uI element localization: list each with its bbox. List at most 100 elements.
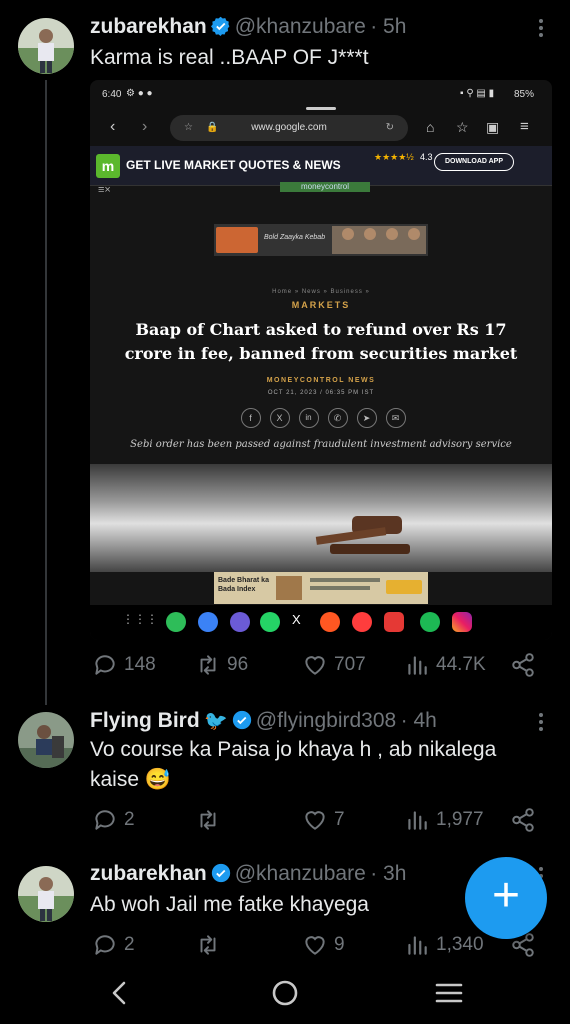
- like-count: 9: [334, 934, 345, 955]
- reply-count: 2: [124, 809, 135, 830]
- timestamp[interactable]: · 3h: [370, 862, 406, 885]
- share-icon: [512, 653, 534, 677]
- avatar[interactable]: [18, 712, 74, 768]
- telegram-icon: ➤: [356, 408, 377, 428]
- article-dateline: OCT 21, 2023 / 06:35 PM IST: [267, 390, 375, 396]
- download-app-button: DOWNLOAD APP: [434, 153, 514, 171]
- avatar[interactable]: [18, 866, 74, 922]
- menu-icon: ≡: [520, 118, 529, 135]
- article: ≡× moneycontrol Bold Zaayka Kebab Home »…: [90, 182, 552, 606]
- like-button[interactable]: 707: [302, 652, 366, 678]
- chat-app-icon: [230, 612, 250, 632]
- share-button[interactable]: [510, 652, 536, 678]
- bookmark-star-icon: ☆: [456, 119, 469, 135]
- reply-button[interactable]: 2: [92, 932, 135, 958]
- phone-app-icon: [166, 612, 186, 632]
- x-icon: X: [269, 408, 290, 428]
- avatar[interactable]: [18, 18, 74, 74]
- retweet-button[interactable]: 96: [195, 652, 248, 678]
- reddit-app-icon: [320, 612, 340, 632]
- view-count: 1,977: [436, 809, 484, 830]
- bottom-ad-text: Bade Bharat ka Bada Index: [218, 577, 269, 593]
- ad-banner: Bold Zaayka Kebab: [214, 224, 428, 256]
- compose-button[interactable]: +: [465, 857, 547, 939]
- views-button[interactable]: 1,340: [404, 932, 484, 958]
- display-name[interactable]: zubarekhan: [90, 15, 207, 38]
- breadcrumb: Home » News » Business »: [272, 289, 370, 295]
- views-icon: [408, 936, 427, 955]
- display-name[interactable]: Flying Bird: [90, 709, 200, 732]
- views-icon: [408, 656, 427, 675]
- tweet-media-image[interactable]: 6:40 ⚙ ● ● ▪ ⚲ ▤ ▮ 85% ‹ › ☆ 🔒 www.googl…: [90, 80, 552, 640]
- verified-badge-icon: [211, 863, 230, 883]
- tweet-header: zubarekhan @khanzubare · 3h: [90, 862, 406, 886]
- display-name[interactable]: zubarekhan: [90, 862, 207, 885]
- tweet-text: Vo course ka Paisa jo khaya h , ab nikal…: [90, 738, 497, 791]
- view-count: 44.7K: [436, 654, 486, 675]
- bird-emoji-icon: 🐦: [204, 711, 228, 732]
- whatsapp-icon: ✆: [327, 408, 348, 428]
- heart-icon: [305, 656, 325, 675]
- nav-home-icon[interactable]: [271, 979, 299, 1007]
- whatsapp-app-icon: [260, 612, 280, 632]
- heart-icon: [305, 936, 325, 955]
- like-button[interactable]: 7: [302, 807, 345, 833]
- tweet-text: Ab woh Jail me fatke khayega: [90, 893, 369, 916]
- views-icon: [408, 811, 427, 830]
- url-bar: ☆ 🔒 www.google.com ↻: [170, 115, 408, 141]
- reply-icon: [95, 655, 115, 675]
- star-icon: ☆: [184, 122, 193, 133]
- notification-icons: ⚙ ● ●: [126, 88, 153, 99]
- retweet-icon: [200, 655, 216, 675]
- retweet-button[interactable]: [195, 807, 227, 833]
- timestamp[interactable]: · 5h: [370, 15, 406, 38]
- x-app-icon: X: [292, 612, 301, 627]
- messages-app-icon: [198, 612, 218, 632]
- more-options-icon[interactable]: [531, 710, 551, 734]
- view-count: 1,340: [436, 934, 484, 955]
- handle[interactable]: @khanzubare: [235, 15, 366, 38]
- retweet-button[interactable]: [195, 932, 227, 958]
- url-text: www.google.com: [251, 122, 327, 133]
- phone-status-bar: 6:40 ⚙ ● ● ▪ ⚲ ▤ ▮ 85%: [90, 80, 552, 110]
- reply-button[interactable]: 148: [92, 652, 156, 678]
- reply-count: 148: [124, 654, 156, 675]
- bottom-ad-banner: Bade Bharat ka Bada Index: [214, 572, 428, 604]
- like-count: 7: [334, 809, 345, 830]
- like-button[interactable]: 9: [302, 932, 345, 958]
- retweet-icon: [200, 935, 216, 955]
- banner-rating: 4.3: [420, 152, 433, 162]
- app-promo-banner: m GET LIVE MARKET QUOTES & NEWS ★★★★½ 4.…: [90, 146, 552, 186]
- timestamp[interactable]: · 4h: [401, 709, 437, 732]
- apps-grid-icon: ⋮⋮⋮: [122, 612, 158, 626]
- verified-badge-icon: [210, 16, 230, 36]
- section-label: MARKETS: [291, 300, 351, 310]
- linkedin-icon: in: [298, 408, 319, 428]
- reply-icon: [95, 935, 115, 955]
- thread-line: [45, 80, 47, 705]
- retweet-count: 96: [227, 654, 249, 675]
- handle[interactable]: @flyingbird308: [256, 709, 396, 732]
- share-button[interactable]: [510, 807, 536, 833]
- system-nav-bar: [0, 960, 570, 1024]
- hamburger-icon: ≡×: [98, 184, 111, 196]
- app-dock: ⋮⋮⋮ X: [90, 605, 552, 640]
- article-byline: MONEYCONTROL NEWS: [266, 377, 376, 384]
- article-headline: Baap of Chart asked to refund over Rs 17…: [124, 320, 518, 363]
- moneycontrol-logo-icon: m: [96, 154, 120, 178]
- reload-icon: ↻: [385, 122, 394, 133]
- tweet-header: zubarekhan @khanzubare · 5h: [90, 15, 406, 39]
- handle[interactable]: @khanzubare: [235, 862, 366, 885]
- email-icon: ✉: [385, 408, 406, 428]
- share-icons: f X in ✆ ➤ ✉: [228, 408, 418, 428]
- nav-recents-icon[interactable]: [435, 981, 463, 1005]
- views-button[interactable]: 1,977: [404, 807, 484, 833]
- forward-icon: ›: [142, 118, 148, 135]
- more-options-icon[interactable]: [531, 16, 551, 40]
- banner-title: GET LIVE MARKET QUOTES & NEWS: [126, 158, 341, 172]
- reply-icon: [95, 810, 115, 830]
- reply-button[interactable]: 2: [92, 807, 135, 833]
- battery-level: 85%: [514, 89, 535, 100]
- views-button[interactable]: 44.7K: [404, 652, 486, 678]
- nav-back-icon[interactable]: [108, 980, 132, 1006]
